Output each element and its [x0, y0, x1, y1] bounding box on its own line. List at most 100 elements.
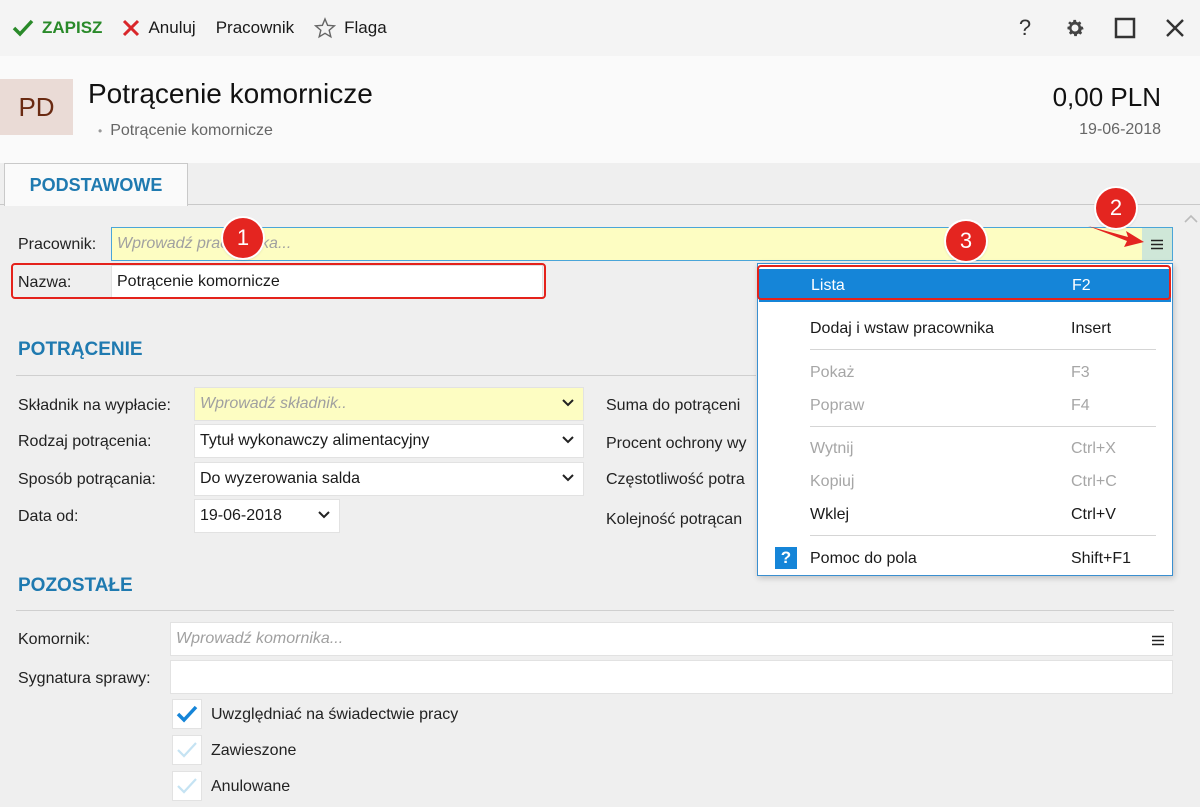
menu-item-shortcut: Ctrl+C	[1071, 472, 1117, 490]
sposob-select[interactable]: Do wyzerowania salda	[194, 462, 584, 496]
uwzgledniac-checkbox[interactable]	[172, 699, 202, 729]
callout-badge-3: 3	[946, 221, 986, 261]
page-title: Potrącenie komornicze	[88, 78, 373, 109]
menu-item-shortcut: Ctrl+V	[1071, 505, 1116, 523]
close-icon[interactable]	[1150, 0, 1200, 56]
menu-separator	[810, 349, 1156, 350]
section-title-potracenie: POTRĄCENIE	[18, 339, 143, 360]
employee-button[interactable]: Pracownik	[206, 0, 304, 56]
menu-item-label: Popraw	[810, 396, 865, 414]
record-header: PD Potrącenie komornicze • Potrącenie kom…	[0, 56, 1200, 163]
skladnik-placeholder: Wprowadź składnik..	[200, 395, 347, 412]
help-label: ?	[1018, 15, 1032, 40]
field-context-menu: Lista F2 Dodaj i wstaw pracownika Insert…	[757, 263, 1173, 576]
breadcrumb-text: Potrącenie komornicze	[110, 122, 273, 139]
save-button[interactable]: ZAPISZ	[0, 0, 112, 56]
sposob-value: Do wyzerowania salda	[200, 470, 361, 487]
menu-item-shortcut: F4	[1071, 396, 1090, 414]
rodzaj-value: Tytuł wykonawczy alimentacyjny	[200, 432, 430, 449]
breadcrumb: • Potrącenie komornicze	[98, 122, 273, 139]
menu-item-label: Wytnij	[810, 439, 854, 457]
checkmark-icon	[12, 19, 34, 37]
toolbar: ZAPISZ Anuluj Pracownik Flaga ?	[0, 0, 1200, 56]
flag-label: Flaga	[344, 18, 387, 37]
chevron-down-icon	[317, 508, 331, 527]
menu-item-shortcut: Ctrl+X	[1071, 439, 1116, 457]
chevron-down-icon	[561, 433, 575, 452]
menu-item-label: Kopiuj	[810, 472, 855, 490]
komornik-placeholder: Wprowadź komornika...	[176, 630, 344, 647]
menu-item-popraw: Popraw F4	[758, 389, 1172, 422]
procent-ochrony-label: Procent ochrony wy	[606, 435, 747, 452]
menu-item-shortcut: Insert	[1071, 319, 1112, 337]
save-label: ZAPISZ	[42, 18, 103, 37]
checkmark-icon	[176, 705, 198, 723]
close-x-icon	[122, 19, 140, 37]
checkmark-icon	[177, 742, 197, 758]
section-title-pozostale: POZOSTAŁE	[18, 575, 133, 596]
skladnik-select[interactable]: Wprowadź składnik..	[194, 387, 584, 421]
menu-item-dodaj[interactable]: Dodaj i wstaw pracownika Insert	[758, 312, 1172, 345]
uwzgledniac-label: Uwzględniać na świadectwie pracy	[211, 706, 459, 723]
menu-item-wklej[interactable]: Wklej Ctrl+V	[758, 498, 1172, 531]
sygnatura-input[interactable]	[170, 660, 1173, 694]
sygnatura-label: Sygnatura sprawy:	[18, 670, 151, 687]
menu-item-shortcut: F3	[1071, 363, 1090, 381]
callout-arrow	[1088, 226, 1144, 247]
chevron-down-icon	[561, 471, 575, 490]
data-od-date-picker[interactable]: 19-06-2018	[194, 499, 340, 533]
anulowane-checkbox[interactable]	[172, 771, 202, 801]
kolejnosc-label: Kolejność potrącan	[606, 511, 743, 528]
komornik-input[interactable]: Wprowadź komornika...	[170, 622, 1173, 656]
gear-icon[interactable]	[1050, 0, 1100, 56]
hamburger-icon[interactable]	[1152, 633, 1164, 651]
tab-podstawowe[interactable]: PODSTAWOWE	[4, 163, 188, 206]
menu-item-label: Wklej	[810, 505, 850, 523]
employee-label: Pracownik	[215, 18, 295, 37]
document-type-badge: PD	[0, 79, 73, 135]
rodzaj-label: Rodzaj potrącenia:	[18, 433, 152, 450]
czestotliwosc-label: Częstotliwość potra	[606, 471, 745, 488]
hamburger-icon	[1151, 239, 1163, 249]
cancel-label: Anuluj	[148, 18, 196, 37]
menu-item-wytnij: Wytnij Ctrl+X	[758, 432, 1172, 465]
highlight-box-nazwa	[11, 263, 546, 299]
menu-item-shortcut: Shift+F1	[1071, 549, 1132, 567]
zawieszone-label: Zawieszone	[211, 742, 297, 759]
pracownik-placeholder: Wprowadź pracownika...	[117, 235, 292, 252]
highlight-box-lista	[757, 265, 1171, 300]
anulowane-label: Anulowane	[211, 778, 291, 795]
menu-item-pomoc[interactable]: ? Pomoc do pola Shift+F1	[758, 542, 1172, 575]
maximize-icon[interactable]	[1100, 0, 1150, 56]
suma-label: Suma do potrąceni	[606, 397, 741, 414]
skladnik-label: Składnik na wypłacie:	[18, 397, 171, 414]
menu-item-label: Dodaj i wstaw pracownika	[810, 319, 995, 337]
checkmark-icon	[177, 778, 197, 794]
rodzaj-select[interactable]: Tytuł wykonawczy alimentacyjny	[194, 424, 584, 458]
header-date: 19-06-2018	[1079, 121, 1161, 138]
help-icon[interactable]: ?	[1000, 0, 1050, 56]
data-od-label: Data od:	[18, 508, 79, 525]
menu-separator	[810, 535, 1156, 536]
section-divider	[16, 610, 1174, 611]
menu-item-label: Pokaż	[810, 363, 855, 381]
data-od-value: 19-06-2018	[200, 507, 282, 524]
pracownik-input[interactable]: Wprowadź pracownika...	[111, 227, 1173, 261]
callout-badge-1: 1	[223, 218, 263, 258]
sposob-label: Sposób potrącania:	[18, 471, 156, 488]
menu-item-kopiuj: Kopiuj Ctrl+C	[758, 465, 1172, 498]
help-icon: ?	[775, 547, 797, 569]
cancel-button[interactable]: Anuluj	[112, 0, 205, 56]
menu-separator	[810, 426, 1156, 427]
menu-item-label: Pomoc do pola	[810, 549, 917, 567]
amount-value: 0,00 PLN	[1052, 82, 1161, 112]
scroll-up-icon[interactable]	[1183, 211, 1199, 229]
komornik-label: Komornik:	[18, 631, 91, 648]
pracownik-menu-button[interactable]	[1142, 228, 1172, 260]
chevron-down-icon	[561, 396, 575, 415]
zawieszone-checkbox[interactable]	[172, 735, 202, 765]
tab-bar: PODSTAWOWE	[0, 163, 1200, 206]
section-divider	[16, 375, 756, 376]
pracownik-label: Pracownik:	[18, 236, 97, 253]
flag-button[interactable]: Flaga	[304, 0, 397, 56]
